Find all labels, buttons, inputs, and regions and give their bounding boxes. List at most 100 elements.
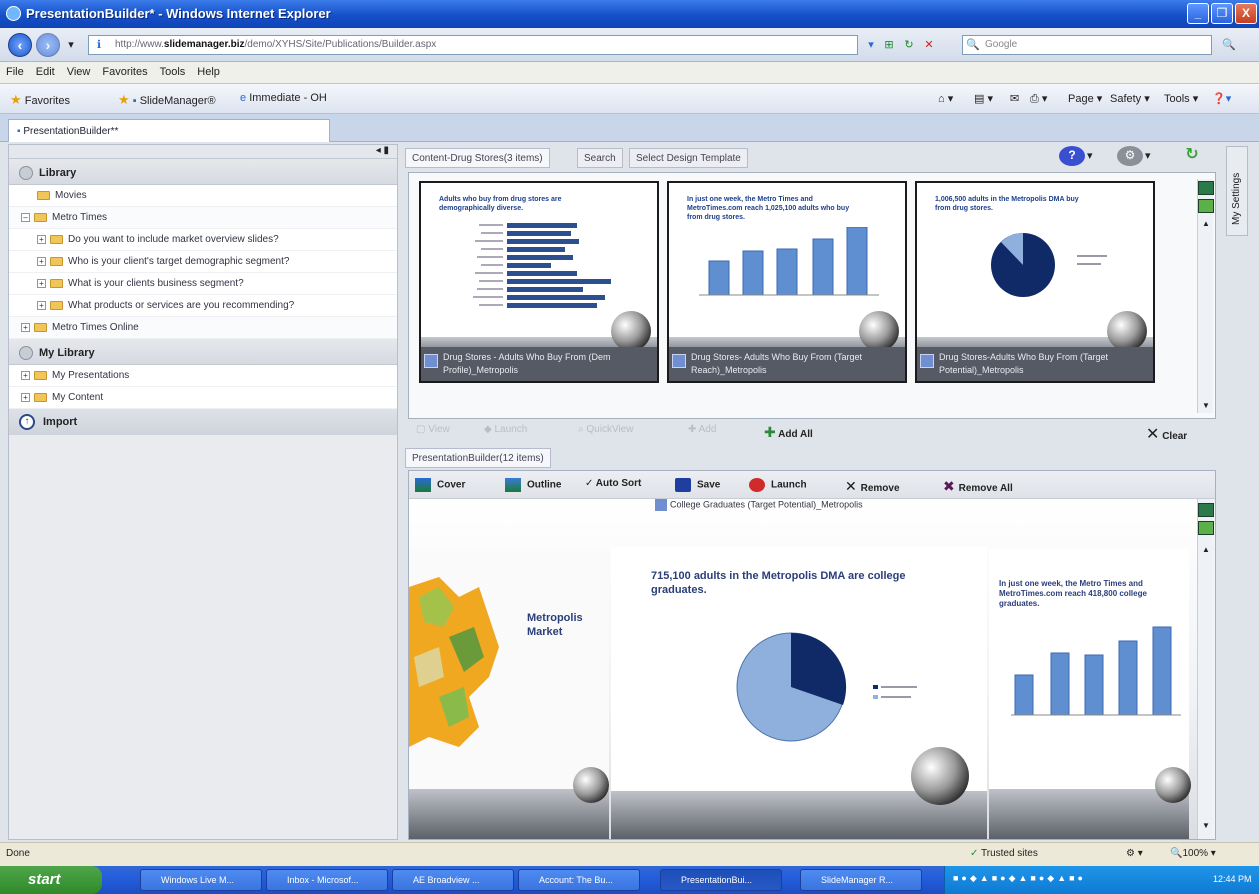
menu-help[interactable]: Help [191,62,226,78]
start-button[interactable]: start [0,866,102,894]
history-dropdown-icon[interactable]: ▾ [64,38,78,52]
taskbar-item[interactable]: Inbox - Microsof... [266,869,388,891]
tree-item-metro-online[interactable]: + Metro Times Online [9,317,397,339]
tab-content-drug-stores[interactable]: Content-Drug Stores(3 items) [405,148,550,168]
tab-search[interactable]: Search [577,148,623,168]
menu-file[interactable]: File [0,62,30,78]
safety-menu[interactable]: Safety ▾ [1110,92,1150,105]
expand-icon[interactable]: – [21,212,30,222]
tree-item-question[interactable]: + Do you want to include market overview … [9,229,397,251]
menu-tools[interactable]: Tools [154,62,192,78]
forward-button[interactable]: › [36,33,60,57]
certificate-icon[interactable]: ⊞ [882,38,896,52]
launch-button[interactable]: ◆ Launch [484,424,527,435]
expand-icon[interactable]: + [37,278,46,288]
scroll-down-icon[interactable]: ▼ [1202,401,1210,410]
back-button[interactable]: ‹ [8,33,32,57]
coverflow-slide-left[interactable]: Metropolis Market [409,549,609,839]
menu-edit[interactable]: Edit [30,62,61,78]
taskbar-item[interactable]: SlideManager R... [800,869,922,891]
coverflow-slide-center[interactable]: 715,100 adults in the Metropolis DMA are… [611,547,987,839]
favorite-immediate[interactable]: e Immediate - OH [240,92,327,104]
view-mode-icon[interactable] [1198,181,1214,195]
settings-dropdown-icon[interactable]: ▾ [1145,149,1151,162]
close-button[interactable]: X [1235,3,1257,24]
favorite-slidemanager[interactable]: ★ ▪ SlideManager® [118,92,216,108]
launch-button[interactable]: Launch [749,478,807,492]
feeds-icon[interactable]: ▤ ▾ [974,92,993,105]
library-section[interactable]: Library [9,159,397,185]
grid-view-icon[interactable] [1198,521,1214,535]
home-icon[interactable]: ⌂ ▾ [938,92,953,105]
import-button[interactable]: ↑ Import [9,409,397,435]
slide-thumbnail[interactable]: Adults who buy from drug stores are demo… [419,181,659,383]
restore-button[interactable]: ❐ [1211,3,1233,24]
settings-circle-icon[interactable]: ⚙ [1117,146,1143,166]
slide-thumbnail[interactable]: In just one week, the Metro Times and Me… [667,181,907,383]
tab-presentation-builder[interactable]: PresentationBuilder(12 items) [405,448,551,468]
taskbar-item[interactable]: AE Broadview ... [392,869,514,891]
expand-icon[interactable]: + [37,256,46,266]
remove-button[interactable]: ✕ Remove [845,478,900,495]
help-circle-icon[interactable]: ? [1059,146,1085,166]
save-button[interactable]: Save [675,478,720,492]
browser-tab[interactable]: ▪ PresentationBuilder** [8,119,330,142]
tools-menu[interactable]: Tools ▾ [1164,92,1198,105]
expand-icon[interactable]: + [37,300,46,310]
tree-item-question[interactable]: + What is your clients business segment? [9,273,397,295]
zoom-control[interactable]: 🔍100% ▾ [1170,848,1216,859]
builder-scrollbar[interactable]: ▲ ▼ [1197,499,1214,839]
add-button[interactable]: ✚ Add [688,424,716,435]
mail-icon[interactable]: ✉ [1010,92,1019,105]
add-all-button[interactable]: ✚ Add All [764,424,813,441]
tree-item-my-content[interactable]: + My Content [9,387,397,409]
slide-thumbnail[interactable]: 1,006,500 adults in the Metropolis DMA b… [915,181,1155,383]
search-button-icon[interactable]: 🔍 [1222,38,1236,52]
expand-icon[interactable]: + [21,370,30,380]
print-icon[interactable]: ⎙ ▾ [1030,92,1047,106]
minimize-button[interactable]: _ [1187,3,1209,24]
scroll-down-icon[interactable]: ▼ [1202,821,1210,830]
scroll-up-icon[interactable]: ▲ [1202,219,1210,228]
menu-favorites[interactable]: Favorites [96,62,153,78]
help-dropdown-icon[interactable]: ▾ [1087,149,1093,162]
taskbar-item[interactable]: Account: The Bu... [518,869,640,891]
expand-icon[interactable]: + [37,234,46,244]
tree-item-my-presentations[interactable]: + My Presentations [9,365,397,387]
taskbar-item-active[interactable]: PresentationBui... [660,869,782,891]
tree-item-question[interactable]: + Who is your client's target demographic… [9,251,397,273]
help-icon[interactable]: ❓▾ [1212,92,1231,105]
tree-item-movies[interactable]: Movies [9,185,397,207]
search-input[interactable]: Google [962,35,1212,55]
compat-icon[interactable]: ▾ [864,38,878,52]
menu-view[interactable]: View [61,62,97,78]
coverflow-slide-right[interactable]: In just one week, the Metro Times and Me… [989,549,1191,839]
scroll-up-icon[interactable]: ▲ [1202,545,1210,554]
slides-scrollbar[interactable]: ▲ ▼ [1197,179,1214,413]
protected-mode-icon[interactable]: ⚙ ▾ [1126,848,1143,859]
stop-icon[interactable]: ✕ [922,38,936,52]
address-bar[interactable]: http://www.slidemanager.biz/demo/XYHS/Si… [88,35,858,55]
outline-button[interactable]: Outline [505,478,561,492]
my-library-section[interactable]: My Library [9,339,397,365]
quickview-button[interactable]: ⌕ QuickView [578,424,633,435]
tray-icons[interactable]: ■●◆▲■●◆▲■●◆▲■● [953,873,1086,884]
tree-item-question[interactable]: + What products or services are you recom… [9,295,397,317]
view-button[interactable]: ▢ View [416,424,450,435]
tree-item-metro-times[interactable]: – Metro Times [9,207,397,229]
view-mode-icon[interactable] [1198,503,1214,517]
taskbar-item[interactable]: Windows Live M... [140,869,262,891]
cover-button[interactable]: Cover [415,478,465,492]
clear-button[interactable]: ✕ Clear [1146,424,1187,444]
refresh-icon[interactable]: ↻ [902,38,916,52]
expand-icon[interactable]: + [21,322,30,332]
grid-view-icon[interactable] [1198,199,1214,213]
refresh-icon[interactable]: ↻ [1179,146,1205,166]
auto-sort-button[interactable]: ✓ Auto Sort [585,478,641,489]
favorites-button[interactable]: ★ Favorites [10,92,70,108]
collapse-panel-icon[interactable]: ◂ ▮ [376,145,389,156]
my-settings-tab[interactable]: My Settings [1226,146,1248,236]
expand-icon[interactable]: + [21,392,30,402]
remove-all-button[interactable]: ✖ Remove All [943,478,1013,495]
page-menu[interactable]: Page ▾ [1068,92,1102,105]
